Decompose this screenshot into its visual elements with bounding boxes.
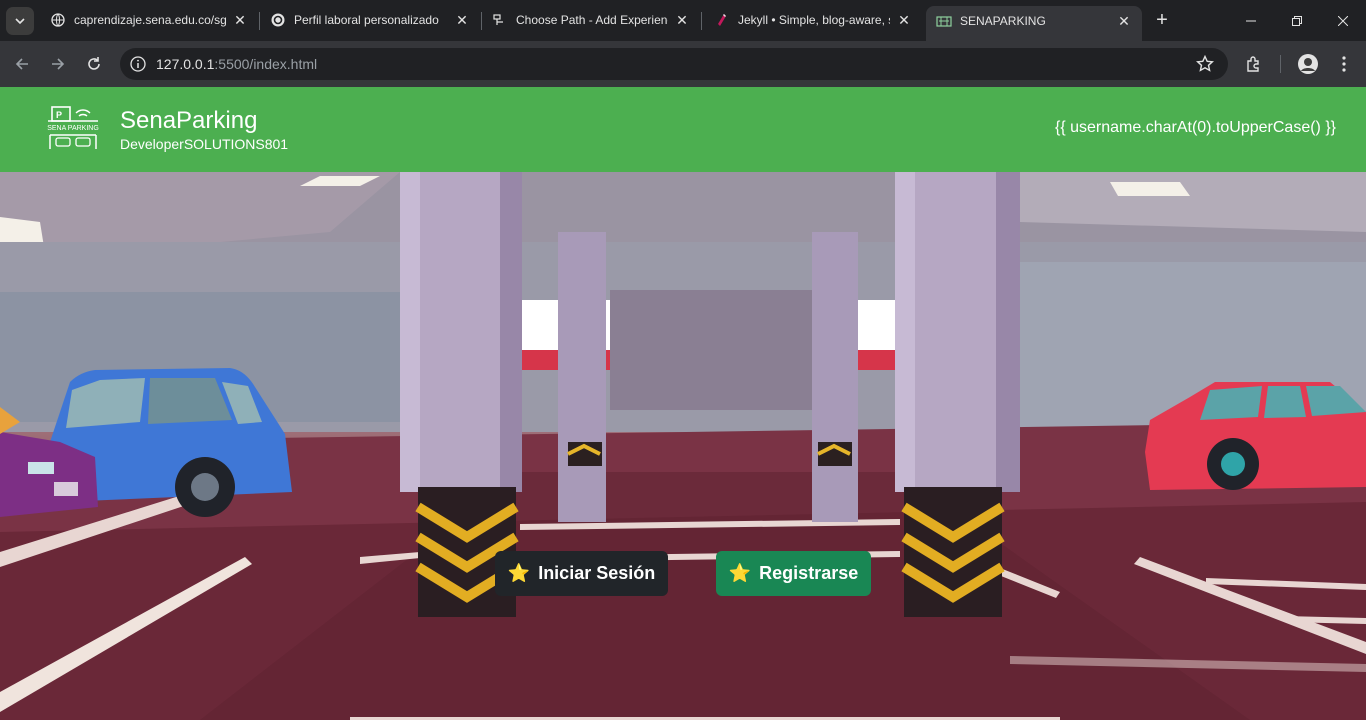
url-text: 127.0.0.1:5500/index.html [156,56,317,72]
tab-title: Choose Path - Add Experienc [516,13,668,27]
tab-senaparking[interactable]: SENAPARKING ✕ [926,6,1142,41]
register-button-label: Registrarse [759,563,859,583]
url-host: 127.0.0.1 [156,56,215,72]
parking-logo-icon [936,13,952,29]
menu-kebab-icon[interactable] [1330,50,1358,78]
login-button-label: Iniciar Sesión [538,563,656,583]
user-initial[interactable]: {{ username.charAt(0).toUpperCase() }} [1055,119,1336,137]
jekyll-icon [714,12,730,28]
senaparking-logo[interactable]: P SENA PARKING [46,105,100,151]
tab-strip: caprendizaje.sena.edu.co/sg ✕ Perfil lab… [0,0,1366,41]
back-icon[interactable] [8,50,36,78]
svg-text:P: P [56,110,62,120]
page-viewport: P SENA PARKING SenaParking DeveloperSOLU… [0,87,1366,720]
brand-subtitle: DeveloperSOLUTIONS801 [120,136,289,152]
tab-search-button[interactable] [6,7,34,35]
window-close-icon[interactable] [1320,0,1366,41]
tab-jekyll[interactable]: Jekyll • Simple, blog-aware, s ✕ [704,6,922,34]
close-icon[interactable]: ✕ [232,12,248,28]
tab-title: caprendizaje.sena.edu.co/sg [74,13,226,27]
close-icon[interactable]: ✕ [454,12,470,28]
reload-icon[interactable] [80,50,108,78]
parking-garage-illustration [0,172,1366,720]
star-icon: ⭐ [507,563,531,583]
close-icon[interactable]: ✕ [674,12,690,28]
path-icon [492,12,508,28]
login-button[interactable]: ⭐ Iniciar Sesión [495,551,668,596]
close-icon[interactable]: ✕ [896,12,912,28]
bookmark-star-icon[interactable] [1195,54,1215,78]
tab-title: Perfil laboral personalizado [294,13,439,27]
info-icon[interactable] [130,56,146,72]
address-bar[interactable]: 127.0.0.1:5500/index.html [120,48,1228,80]
app-header: P SENA PARKING SenaParking DeveloperSOLU… [0,87,1366,172]
brand-title: SenaParking [120,107,258,134]
tab-sena-caprendizaje[interactable]: caprendizaje.sena.edu.co/sg ✕ [40,6,258,34]
tab-title: SENAPARKING [960,14,1046,28]
star-icon: ⭐ [728,563,752,583]
register-button[interactable]: ⭐ Registrarse [716,551,871,596]
restore-icon[interactable] [1274,0,1320,41]
profile-avatar[interactable] [1294,50,1322,78]
globe-icon [50,12,66,28]
new-tab-icon[interactable]: + [1150,8,1174,32]
tab-divider [701,12,702,30]
close-icon[interactable]: ✕ [1116,13,1132,29]
tab-title: Jekyll • Simple, blog-aware, s [738,13,890,27]
extensions-icon[interactable] [1240,50,1268,78]
logo-text: SENA PARKING [47,125,99,132]
openai-icon [270,12,286,28]
forward-icon[interactable] [44,50,72,78]
toolbar-divider [1280,55,1281,73]
tab-perfil-laboral[interactable]: Perfil laboral personalizado ✕ [260,6,480,34]
minimize-icon[interactable] [1228,0,1274,41]
hero-parking-illustration: ⭐ Iniciar Sesión ⭐ Registrarse [0,172,1366,720]
tab-choose-path[interactable]: Choose Path - Add Experienc ✕ [482,6,700,34]
chevron-down-icon [15,18,25,25]
browser-toolbar: 127.0.0.1:5500/index.html [0,41,1366,87]
url-path: :5500/index.html [214,56,318,72]
